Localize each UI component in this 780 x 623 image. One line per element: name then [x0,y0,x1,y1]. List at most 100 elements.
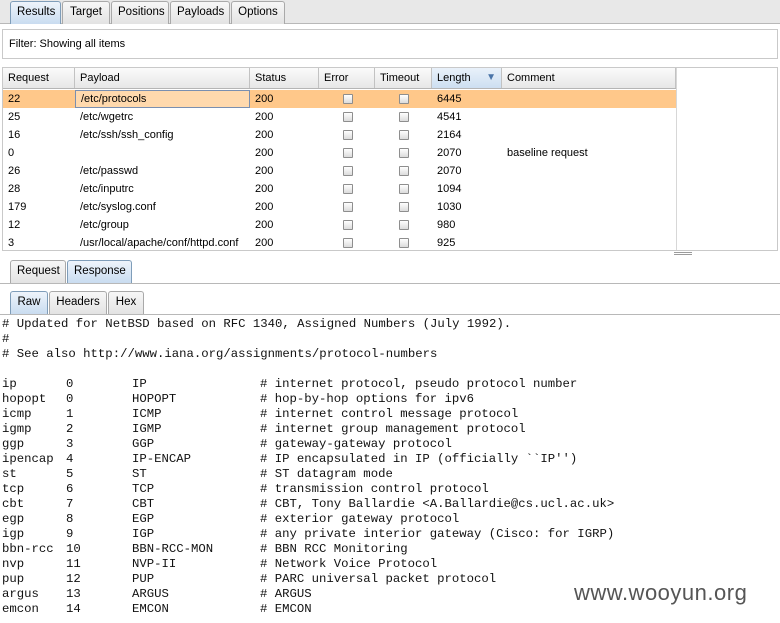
cell-comment: baseline request [507,147,588,159]
protocol-entry-line: ipencap 4 IP-ENCAP # IP encapsulated in IP … [2,452,778,467]
tab-positions[interactable]: Positions [111,1,169,24]
protocol-entry-line: ip 0 IP # internet protocol, pseudo protoco… [2,377,778,392]
table-row[interactable]: 22/etc/protocols 200 6445 [3,90,676,108]
response-line: # [2,332,10,346]
timeout-checkbox[interactable] [399,238,409,248]
entry-name: emcon [2,602,39,616]
timeout-checkbox[interactable] [399,94,409,104]
results-table: Request Payload Status Error Timeout Len… [2,67,778,251]
cell-request: 179 [8,201,27,213]
table-row[interactable]: 16/etc/ssh/ssh_config 200 2164 [3,126,676,144]
cell-payload: /etc/wgetrc [80,111,134,123]
entry-num: 13 [66,587,81,601]
tab-payloads[interactable]: Payloads [170,1,230,24]
entry-comment: # IP encapsulated in IP (officially ``IP… [260,452,578,466]
error-checkbox[interactable] [343,130,353,140]
response-line [2,362,778,377]
error-checkbox[interactable] [343,202,353,212]
error-checkbox[interactable] [343,148,353,158]
cell-length: 2164 [437,129,462,141]
filter-bar[interactable]: Filter: Showing all items [2,29,778,59]
cell-comment [502,216,676,234]
entry-num: 7 [66,497,74,511]
cell-status: 200 [255,111,274,123]
table-row[interactable]: 3/usr/local/apache/conf/httpd.conf 200 925 [3,234,676,250]
tab-response[interactable]: Response [67,260,132,283]
entry-num: 12 [66,572,81,586]
protocol-entry-line: nvp 11 NVP-II # Network Voice Protocol [2,557,778,572]
tab-raw[interactable]: Raw [10,291,48,314]
entry-comment: # internet protocol, pseudo protocol num… [260,377,578,391]
timeout-checkbox[interactable] [399,112,409,122]
entry-num: 6 [66,482,74,496]
response-line: # Updated for NetBSD based on RFC 1340, … [2,317,512,331]
column-header-request[interactable]: Request [3,68,75,88]
tab-target[interactable]: Target [62,1,110,24]
table-row[interactable]: 12/etc/group 200 980 [3,216,676,234]
table-empty-area [676,68,777,250]
cell-payload: /etc/protocols [75,90,250,108]
error-checkbox[interactable] [343,238,353,248]
cell-payload: /etc/syslog.conf [80,201,156,213]
entry-alias: TCP [132,482,155,496]
cell-comment [502,90,676,108]
entry-num: 1 [66,407,74,421]
entry-alias: HOPOPT [132,392,177,406]
entry-comment: # BBN RCC Monitoring [260,542,408,556]
cell-length: 2070 [437,147,462,159]
cell-status: 200 [255,147,274,159]
table-row[interactable]: 25/etc/wgetrc 200 4541 [3,108,676,126]
tab-headers[interactable]: Headers [49,291,107,314]
entry-comment: # ST datagram mode [260,467,393,481]
timeout-checkbox[interactable] [399,220,409,230]
table-row[interactable]: 179/etc/syslog.conf 200 1030 [3,198,676,216]
view-tab-bar: Raw Headers Hex [0,289,780,315]
entry-name: hopopt [2,392,47,406]
entry-name: ip [2,377,17,391]
table-row[interactable]: 26/etc/passwd 200 2070 [3,162,676,180]
message-tab-bar: Request Response [0,258,780,284]
entry-name: pup [2,572,25,586]
filter-text: Filter: Showing all items [9,38,126,50]
cell-length: 4541 [437,111,462,123]
error-checkbox[interactable] [343,94,353,104]
timeout-checkbox[interactable] [399,130,409,140]
table-row[interactable]: 28/etc/inputrc 200 1094 [3,180,676,198]
tab-request[interactable]: Request [10,260,66,283]
column-header-timeout[interactable]: Timeout [375,68,432,88]
column-header-status[interactable]: Status [250,68,319,88]
cell-payload [75,144,250,162]
column-header-comment[interactable]: Comment [502,68,676,88]
error-checkbox[interactable] [343,112,353,122]
tab-results[interactable]: Results [10,1,61,24]
timeout-checkbox[interactable] [399,184,409,194]
cell-request: 25 [8,111,21,123]
error-checkbox[interactable] [343,220,353,230]
entry-num: 10 [66,542,81,556]
timeout-checkbox[interactable] [399,166,409,176]
column-header-length[interactable]: Length ▼ [432,68,502,88]
tab-options[interactable]: Options [231,1,285,24]
error-checkbox[interactable] [343,184,353,194]
cell-request: 26 [8,165,21,177]
entry-name: bbn-rcc [2,542,54,556]
cell-comment [502,108,676,126]
cell-length: 980 [437,219,456,231]
table-row[interactable]: 0 200 2070 baseline request [3,144,676,162]
protocol-entry-line: cbt 7 CBT # CBT, Tony Ballardie <A.Ballardi… [2,497,778,512]
entry-num: 9 [66,527,74,541]
response-body[interactable]: # Updated for NetBSD based on RFC 1340, … [2,317,778,623]
error-checkbox[interactable] [343,166,353,176]
tab-hex[interactable]: Hex [108,291,144,314]
split-pane-grip-icon[interactable] [674,252,692,255]
entry-alias: IGP [132,527,155,541]
protocol-entry-line: hopopt 0 HOPOPT # hop-by-hop options for ip… [2,392,778,407]
cell-comment [502,198,676,216]
cell-request: 28 [8,183,21,195]
entry-alias: PUP [132,572,155,586]
watermark: www.wooyun.org [574,580,748,605]
column-header-payload[interactable]: Payload [75,68,250,88]
timeout-checkbox[interactable] [399,148,409,158]
timeout-checkbox[interactable] [399,202,409,212]
column-header-error[interactable]: Error [319,68,375,88]
